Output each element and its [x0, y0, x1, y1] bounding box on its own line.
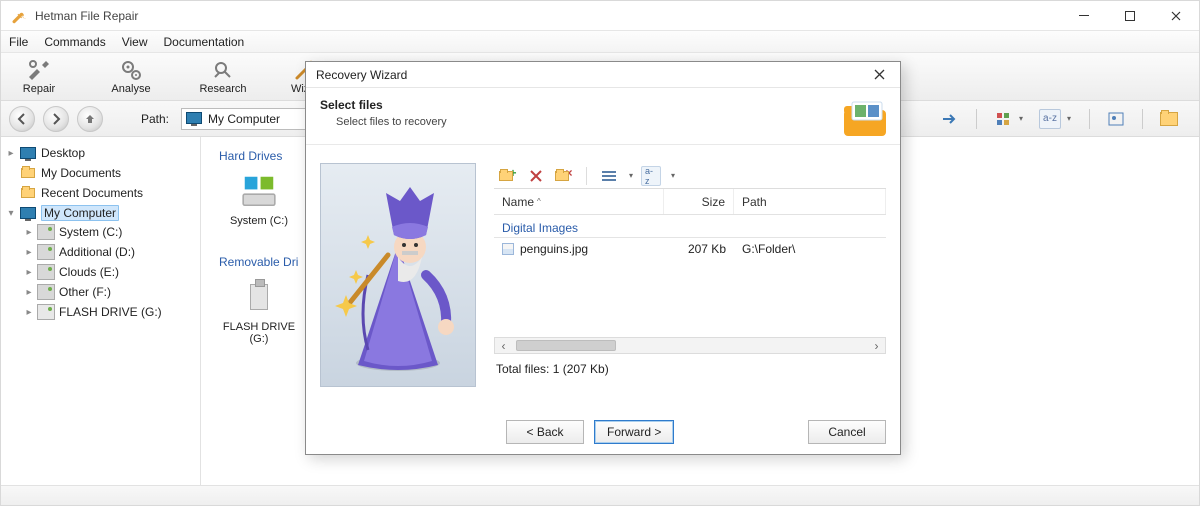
- nav-forward-button[interactable]: [43, 106, 69, 132]
- column-name[interactable]: Name^: [494, 189, 664, 214]
- tree-other-f[interactable]: ▸Other (F:): [23, 283, 196, 301]
- folder-picture-icon: [842, 98, 888, 138]
- computer-icon: [19, 206, 37, 220]
- menu-view[interactable]: View: [122, 35, 148, 49]
- usb-drive-icon: [37, 305, 55, 319]
- drive-system-c-label: System (C:): [230, 215, 288, 227]
- folder-icon: [19, 186, 37, 200]
- file-path: G:\Folder\: [734, 242, 886, 256]
- desktop-icon: [19, 146, 37, 160]
- file-size: 207 Kb: [664, 242, 734, 256]
- total-files-label: Total files: 1 (207 Kb): [494, 354, 886, 378]
- tree-flash-g[interactable]: ▸FLASH DRIVE (G:): [23, 303, 196, 321]
- cancel-button[interactable]: Cancel: [808, 420, 886, 444]
- tree-my-computer[interactable]: ▾My Computer: [5, 204, 196, 222]
- dialog-heading: Select files: [320, 98, 383, 112]
- go-arrow-icon[interactable]: [940, 109, 960, 129]
- sort-ascending-icon: ^: [537, 197, 541, 206]
- dialog-title: Recovery Wizard: [316, 68, 407, 82]
- toolbar-analyse-label: Analyse: [111, 83, 150, 95]
- toolbar-research[interactable]: Research: [193, 54, 253, 100]
- delete-icon[interactable]: [526, 166, 546, 186]
- folder-icon[interactable]: [1159, 109, 1179, 129]
- computer-icon: [186, 112, 202, 126]
- folder-tree: ▸Desktop My Documents Recent Documents ▾…: [1, 137, 201, 505]
- wizard-illustration: [320, 163, 476, 387]
- column-path[interactable]: Path: [734, 189, 886, 214]
- view-thumbnails-icon[interactable]: [993, 109, 1013, 129]
- app-title: Hetman File Repair: [35, 9, 138, 23]
- file-name: penguins.jpg: [520, 242, 588, 256]
- scroll-right-icon[interactable]: ›: [868, 338, 885, 353]
- remove-folder-icon[interactable]: ×: [554, 166, 574, 186]
- status-bar: [1, 485, 1199, 505]
- file-list-header: Name^ Size Path: [494, 189, 886, 215]
- tree-recent-documents[interactable]: Recent Documents: [5, 184, 196, 202]
- window-maximize-button[interactable]: [1107, 1, 1153, 31]
- back-button[interactable]: < Back: [506, 420, 584, 444]
- toolbar-research-label: Research: [199, 83, 246, 95]
- toolbar-repair[interactable]: Repair: [9, 54, 69, 100]
- chevron-down-icon[interactable]: ▾: [1019, 114, 1025, 123]
- menu-file[interactable]: File: [9, 35, 28, 49]
- magnifier-wrench-icon: [211, 58, 235, 82]
- drive-icon: [37, 265, 55, 279]
- drive-flash-g[interactable]: FLASH DRIVE (G:): [219, 277, 299, 345]
- chevron-down-icon[interactable]: ▾: [1067, 114, 1073, 123]
- chevron-down-icon[interactable]: ▾: [629, 171, 633, 180]
- forward-button[interactable]: Forward >: [594, 420, 674, 444]
- app-icon: [9, 6, 29, 26]
- scroll-left-icon[interactable]: ‹: [495, 338, 512, 353]
- drive-icon: [37, 285, 55, 299]
- wrench-screwdriver-icon: [27, 58, 51, 82]
- window-close-button[interactable]: [1153, 1, 1199, 31]
- sort-az-icon[interactable]: a-z: [1039, 109, 1061, 129]
- windows-drive-icon: [239, 171, 279, 211]
- dialog-footer: < Back Forward > Cancel: [306, 410, 900, 454]
- dialog-header: Select files Select files to recovery: [306, 88, 900, 145]
- drive-flash-label1: FLASH DRIVE: [223, 321, 295, 333]
- drive-icon: [37, 245, 55, 259]
- gears-icon: [119, 58, 143, 82]
- file-list: Digital Images penguins.jpg 207 Kb G:\Fo…: [494, 215, 886, 333]
- chevron-down-icon[interactable]: ▾: [671, 171, 675, 180]
- tree-my-documents[interactable]: My Documents: [5, 164, 196, 182]
- drive-icon: [37, 225, 55, 239]
- dialog-close-button[interactable]: [864, 64, 894, 86]
- folder-icon: [19, 166, 37, 180]
- path-label: Path:: [141, 112, 169, 126]
- file-row[interactable]: penguins.jpg 207 Kb G:\Folder\: [494, 238, 886, 260]
- file-toolbar: + × ▾ a-z ▾: [494, 163, 886, 189]
- tree-additional-d[interactable]: ▸Additional (D:): [23, 243, 196, 261]
- usb-drive-icon: [239, 277, 279, 317]
- recovery-wizard-dialog: Recovery Wizard Select files Select file…: [305, 61, 901, 455]
- toolbar-repair-label: Repair: [23, 83, 55, 95]
- add-folder-icon[interactable]: +: [498, 166, 518, 186]
- drive-system-c[interactable]: System (C:): [219, 171, 299, 227]
- menu-documentation[interactable]: Documentation: [164, 35, 245, 49]
- file-group-digital-images: Digital Images: [494, 215, 886, 238]
- tree-desktop[interactable]: ▸Desktop: [5, 144, 196, 162]
- window-minimize-button[interactable]: [1061, 1, 1107, 31]
- dialog-titlebar[interactable]: Recovery Wizard: [306, 62, 900, 88]
- column-size[interactable]: Size: [664, 189, 734, 214]
- view-list-icon[interactable]: [599, 166, 619, 186]
- titlebar: Hetman File Repair: [1, 1, 1199, 31]
- scroll-thumb[interactable]: [516, 340, 616, 351]
- nav-back-button[interactable]: [9, 106, 35, 132]
- image-file-icon: [502, 243, 514, 255]
- path-text: My Computer: [208, 112, 280, 126]
- sort-az-icon[interactable]: a-z: [641, 166, 661, 186]
- dialog-subheading: Select files to recovery: [336, 116, 447, 128]
- preview-icon[interactable]: [1106, 109, 1126, 129]
- drive-flash-label2: (G:): [250, 333, 269, 345]
- nav-tools: ▾ a-z ▾: [940, 109, 1191, 129]
- tree-system-c[interactable]: ▸System (C:): [23, 223, 196, 241]
- tree-clouds-e[interactable]: ▸Clouds (E:): [23, 263, 196, 281]
- toolbar-analyse[interactable]: Analyse: [101, 54, 161, 100]
- nav-up-button[interactable]: [77, 106, 103, 132]
- menu-commands[interactable]: Commands: [44, 35, 105, 49]
- horizontal-scrollbar[interactable]: ‹ ›: [494, 337, 886, 354]
- menubar: File Commands View Documentation: [1, 31, 1199, 53]
